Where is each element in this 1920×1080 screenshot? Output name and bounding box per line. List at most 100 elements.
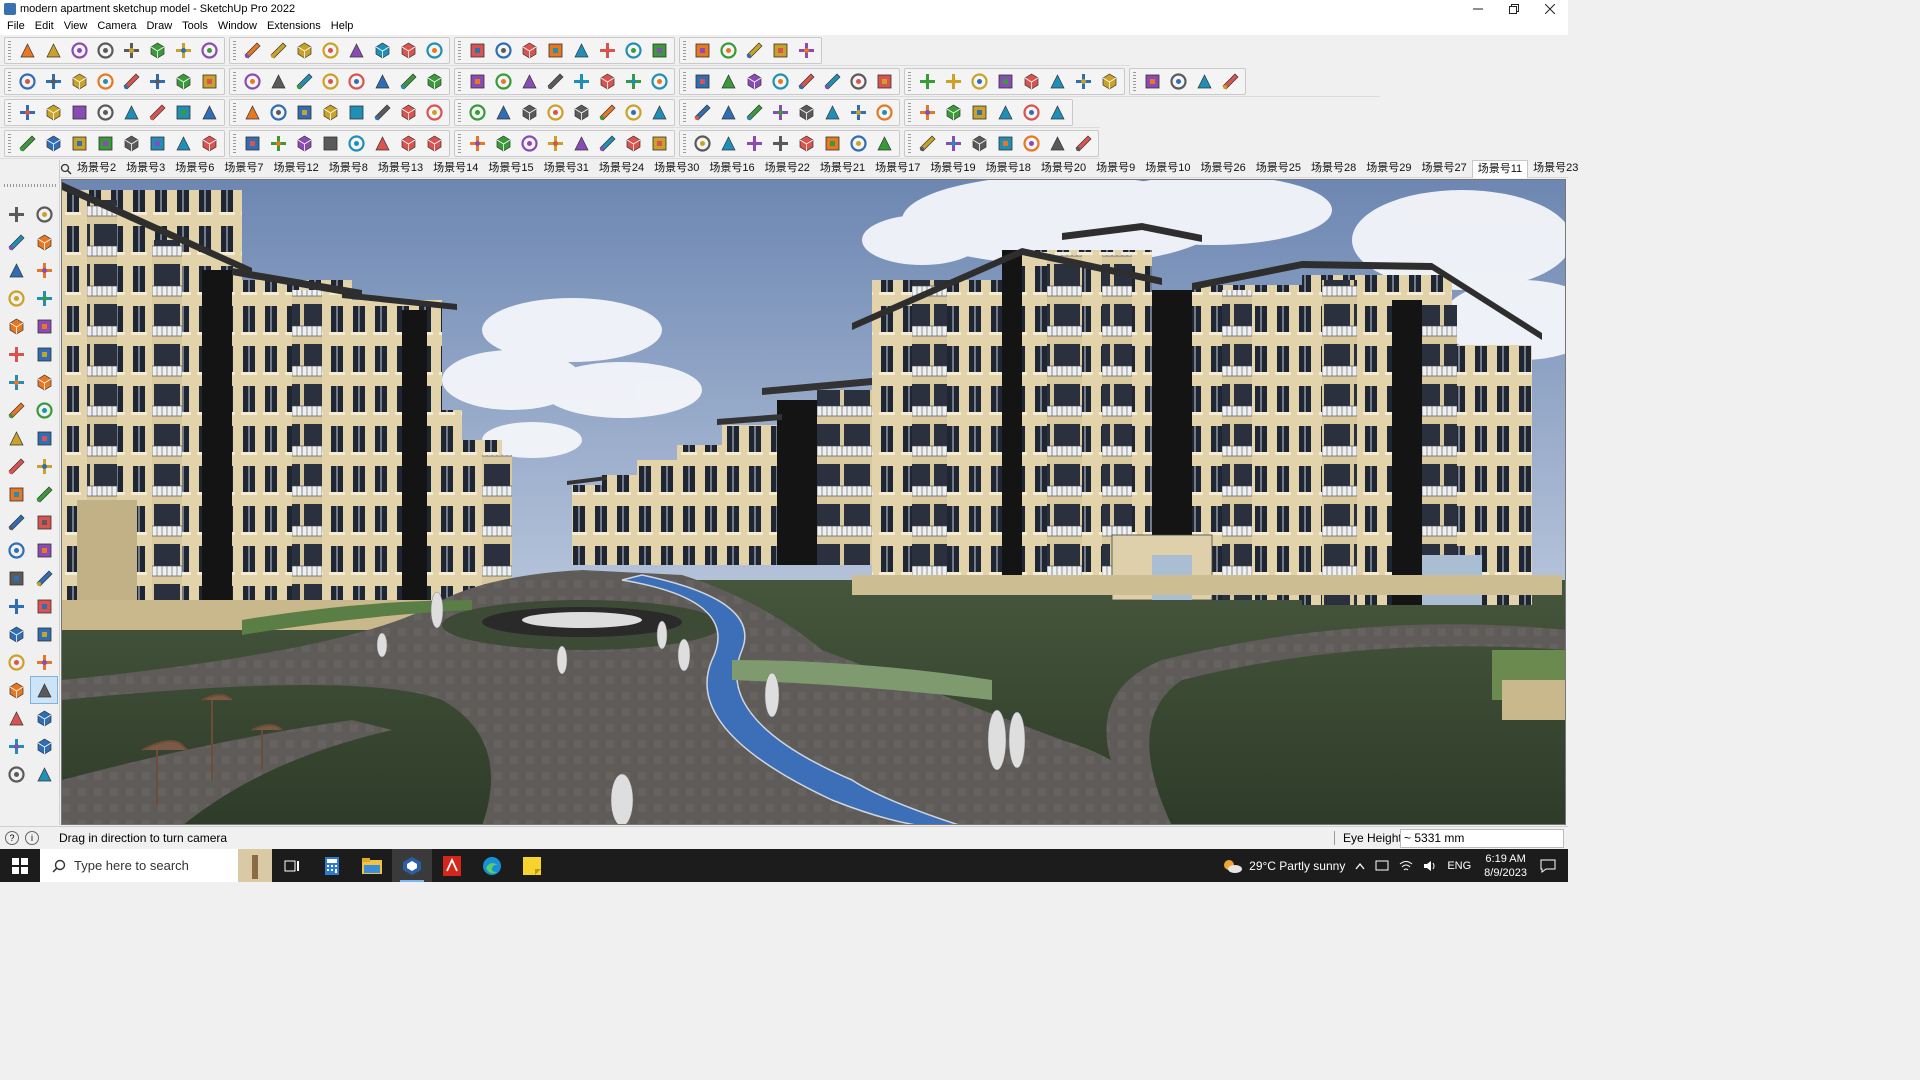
scene-tab[interactable]: 场景号18 <box>981 160 1036 177</box>
walk-icon[interactable] <box>2 704 30 732</box>
stamp-icon[interactable] <box>1046 70 1068 92</box>
toolbar-grip[interactable] <box>233 102 236 122</box>
stair5-icon[interactable] <box>371 132 393 154</box>
tape-measure-icon[interactable] <box>319 39 341 61</box>
stair3-icon[interactable] <box>319 132 341 154</box>
plane6-icon[interactable] <box>146 101 168 123</box>
taskbar-search[interactable]: Type here to search <box>40 849 272 882</box>
look-around-icon[interactable] <box>30 676 58 704</box>
zoom-icon[interactable] <box>16 39 38 61</box>
task-view-icon[interactable] <box>272 849 312 882</box>
extrude4-icon[interactable] <box>198 70 220 92</box>
solid-icon[interactable] <box>16 70 38 92</box>
scene-tab[interactable]: 场景号26 <box>1196 160 1251 177</box>
menu-edit[interactable]: Edit <box>30 18 59 35</box>
slash-icon[interactable] <box>622 132 644 154</box>
parallelogram-icon[interactable] <box>821 70 843 92</box>
spline2-icon[interactable] <box>1020 101 1042 123</box>
language-indicator[interactable]: ENG <box>1447 860 1471 872</box>
page-icon[interactable] <box>267 101 289 123</box>
text-icon[interactable] <box>30 536 58 564</box>
path-icon[interactable] <box>42 132 64 154</box>
extrude5-icon[interactable] <box>241 70 263 92</box>
rail-icon[interactable] <box>466 132 488 154</box>
scene-tab[interactable]: 场景号24 <box>594 160 649 177</box>
toolbar-grip[interactable] <box>8 40 11 60</box>
eraser2-icon[interactable] <box>1020 70 1042 92</box>
scissors2-icon[interactable] <box>691 132 713 154</box>
cross-icon[interactable] <box>397 101 419 123</box>
pan-icon[interactable] <box>30 592 58 620</box>
zoom-extents-icon[interactable] <box>2 648 30 676</box>
extension-warehouse-icon[interactable] <box>30 732 58 760</box>
stripe3-icon[interactable] <box>821 132 843 154</box>
cube-icon[interactable] <box>42 70 64 92</box>
path2-icon[interactable] <box>68 132 90 154</box>
cube3-icon[interactable] <box>821 101 843 123</box>
tag-icon[interactable] <box>648 70 670 92</box>
toolbar-grip[interactable] <box>683 102 686 122</box>
layers-icon[interactable] <box>570 39 592 61</box>
rotate3-icon[interactable] <box>596 101 618 123</box>
cup-icon[interactable] <box>648 101 670 123</box>
bezier-icon[interactable] <box>916 70 938 92</box>
scene-tab[interactable]: 场景号3 <box>121 160 170 177</box>
spline-icon[interactable] <box>942 70 964 92</box>
flip-icon[interactable] <box>691 39 713 61</box>
orbit2-icon[interactable] <box>2 592 30 620</box>
warehouse-icon[interactable] <box>518 39 540 61</box>
stripe7-icon[interactable] <box>942 132 964 154</box>
rotate-icon[interactable] <box>267 39 289 61</box>
toolbar-grip[interactable] <box>458 71 461 91</box>
unjoin-icon[interactable] <box>466 101 488 123</box>
cone2-icon[interactable] <box>397 132 419 154</box>
scene-tab[interactable]: 场景号29 <box>1361 160 1416 177</box>
scene-search-icon[interactable] <box>60 163 72 175</box>
previous-icon[interactable] <box>30 648 58 676</box>
plane3-icon[interactable] <box>68 101 90 123</box>
info-icon[interactable]: i <box>25 831 39 845</box>
meet-now-icon[interactable] <box>1375 860 1389 872</box>
gear3-icon[interactable] <box>795 101 817 123</box>
extrude6-icon[interactable] <box>267 70 289 92</box>
scissors3-icon[interactable] <box>717 132 739 154</box>
toolbar-grip[interactable] <box>233 71 236 91</box>
arrow-icon[interactable] <box>994 70 1016 92</box>
stair2-icon[interactable] <box>293 132 315 154</box>
offset-icon[interactable] <box>30 480 58 508</box>
redo-icon[interactable] <box>795 39 817 61</box>
toolbar-grip[interactable] <box>683 40 686 60</box>
sweep-icon[interactable] <box>146 132 168 154</box>
bridge-icon[interactable] <box>743 132 765 154</box>
scene-tab[interactable]: 场景号25 <box>1251 160 1306 177</box>
stair4-icon[interactable] <box>345 132 367 154</box>
square-icon[interactable] <box>198 101 220 123</box>
zoom-extents-icon[interactable] <box>492 39 514 61</box>
bend-icon[interactable] <box>319 70 341 92</box>
loop-icon[interactable] <box>172 101 194 123</box>
scene-tab[interactable]: 场景号12 <box>269 160 324 177</box>
toolbar-grip[interactable] <box>233 133 236 153</box>
section3-icon[interactable] <box>397 70 419 92</box>
scale-icon[interactable] <box>293 39 315 61</box>
toolbar-grip[interactable] <box>908 133 911 153</box>
calculator-icon[interactable] <box>312 849 352 882</box>
select-icon[interactable] <box>2 200 30 228</box>
texture6-icon[interactable] <box>1219 70 1241 92</box>
menu-draw[interactable]: Draw <box>141 18 177 35</box>
spring-icon[interactable] <box>518 132 540 154</box>
house2-icon[interactable] <box>518 70 540 92</box>
scene-tab[interactable]: 场景号28 <box>1306 160 1361 177</box>
stripe5-icon[interactable] <box>873 132 895 154</box>
menu-help[interactable]: Help <box>326 18 359 35</box>
grid-icon[interactable] <box>717 101 739 123</box>
leaf-icon[interactable] <box>570 132 592 154</box>
close-button[interactable] <box>1532 0 1568 18</box>
join-icon[interactable] <box>423 101 445 123</box>
extrude-icon[interactable] <box>120 70 142 92</box>
rail2-icon[interactable] <box>492 132 514 154</box>
toolbar-grip[interactable] <box>683 133 686 153</box>
dimension-icon[interactable] <box>30 508 58 536</box>
push-pull-icon[interactable] <box>172 39 194 61</box>
axes-icon[interactable] <box>2 564 30 592</box>
